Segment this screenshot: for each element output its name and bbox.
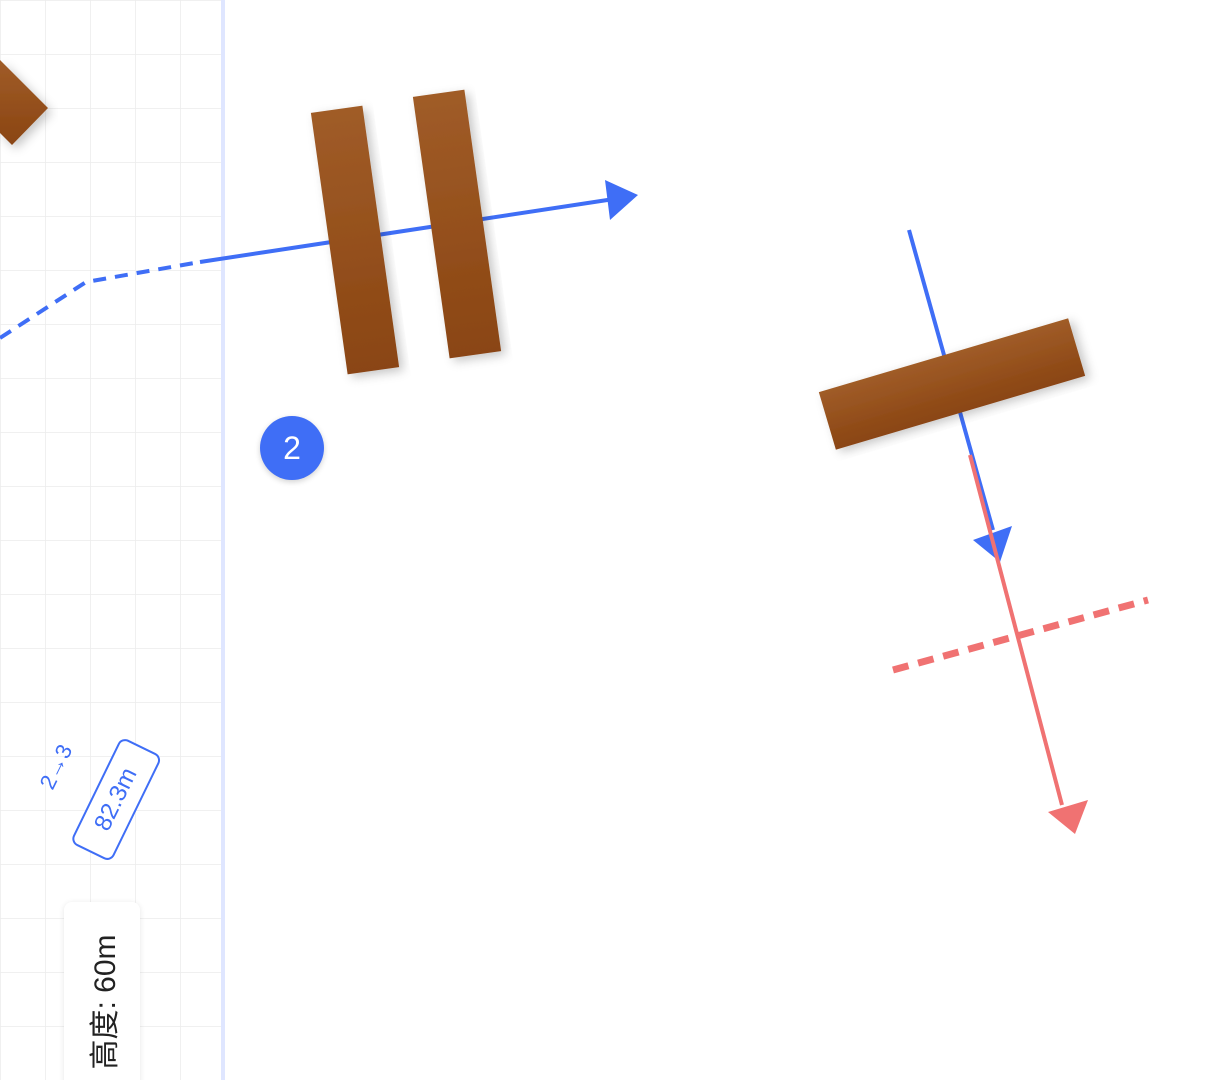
grid-panel-divider [221,0,225,1080]
map-canvas[interactable]: 2 2→3 82.3m 高度: 60m [0,0,1207,1080]
altitude-panel: 高度: 60m [64,902,140,1080]
boundary-line-dashed [892,596,1149,674]
planned-path-segment [199,197,615,264]
waypoint-marker-2[interactable]: 2 [260,416,324,480]
obstacle-bar-crossing [818,318,1086,450]
offset-arrowhead-icon [1048,800,1088,834]
obstacle-bar-left [310,105,400,375]
altitude-readout: 高度: 60m [89,934,122,1070]
path-arrowhead-icon [605,180,638,220]
obstacle-bar-right [412,89,502,359]
flight-path-canvas[interactable] [0,0,1207,1080]
